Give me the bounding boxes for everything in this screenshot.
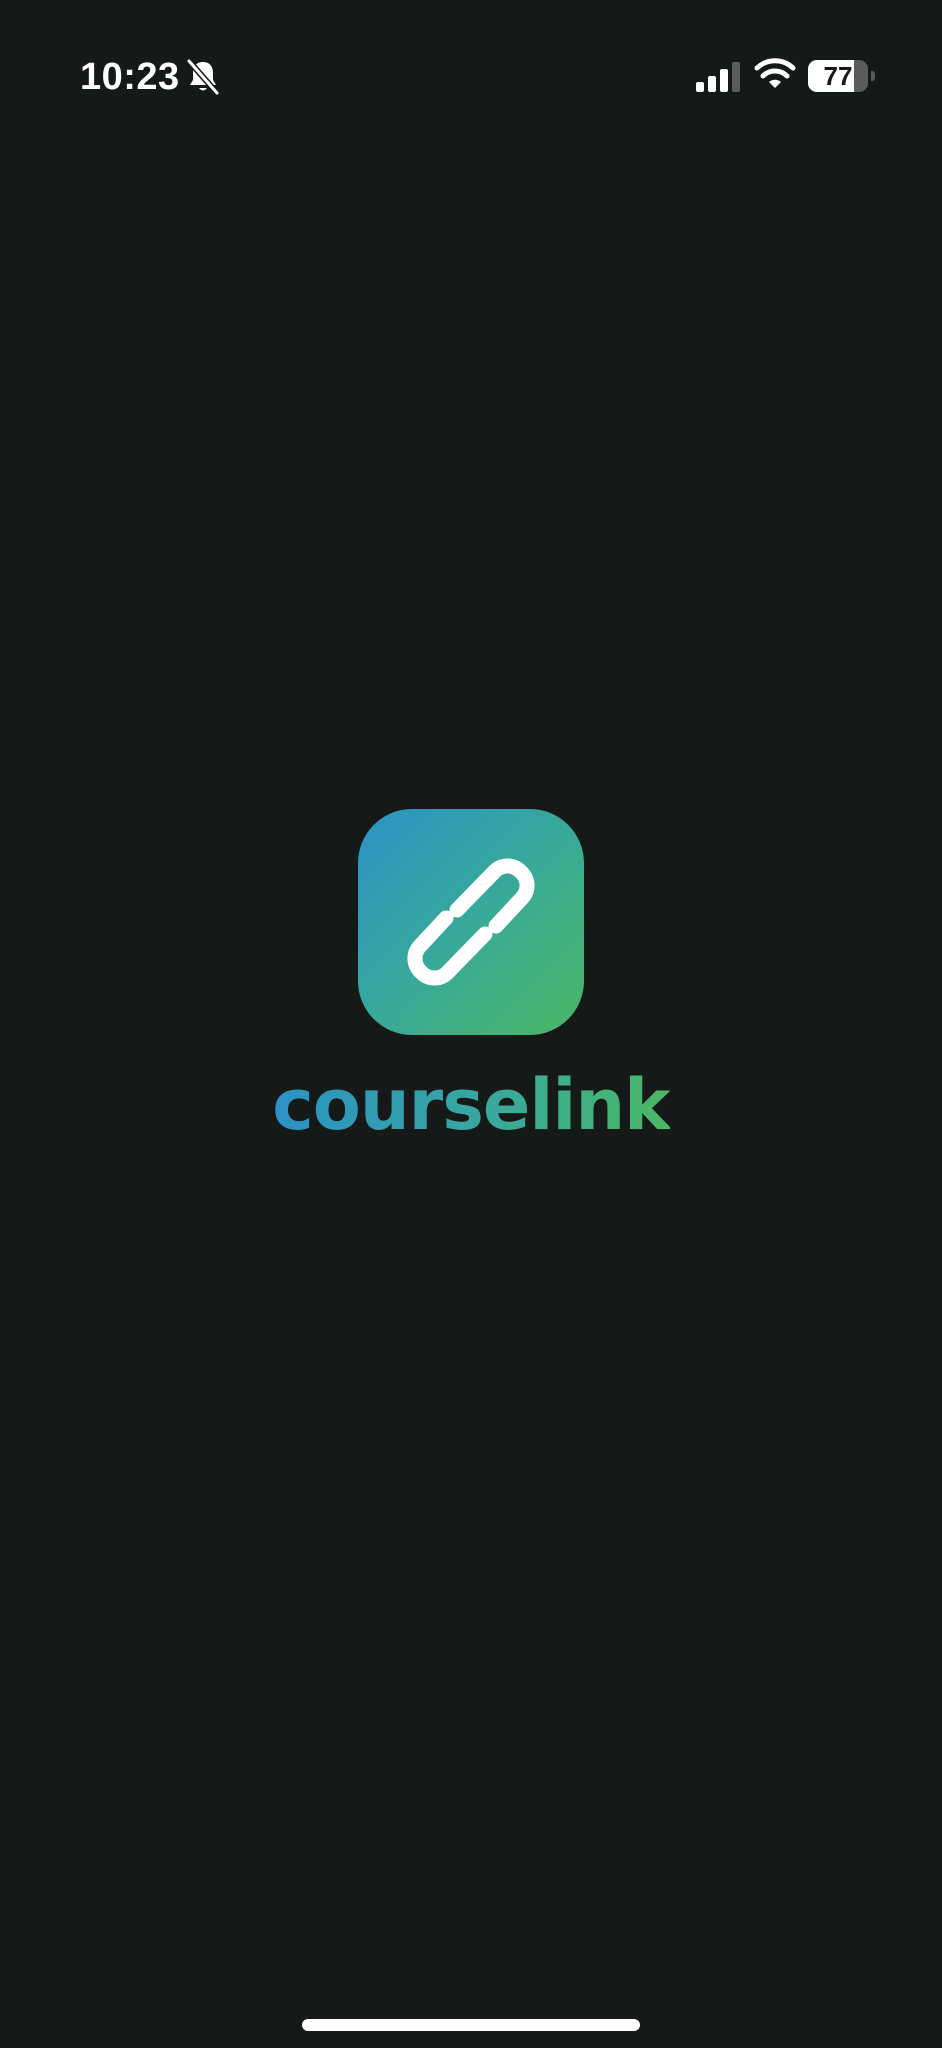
brand-name: courselink bbox=[272, 1064, 670, 1146]
battery-body: 77 bbox=[808, 60, 868, 92]
battery-level: 77 bbox=[823, 61, 853, 91]
chain-link-icon bbox=[407, 858, 535, 986]
status-time: 10:23 bbox=[80, 56, 180, 98]
cellular-signal-icon bbox=[696, 62, 740, 92]
home-indicator[interactable] bbox=[302, 2019, 640, 2031]
brand-wordmark: courselink bbox=[0, 1060, 942, 1150]
wifi-icon bbox=[754, 58, 796, 88]
bell-slash-icon bbox=[186, 58, 220, 96]
status-bar: 10:23 77 bbox=[0, 0, 942, 150]
app-logo bbox=[358, 809, 584, 1035]
battery-cap bbox=[871, 71, 875, 81]
battery-indicator: 77 bbox=[808, 60, 878, 92]
